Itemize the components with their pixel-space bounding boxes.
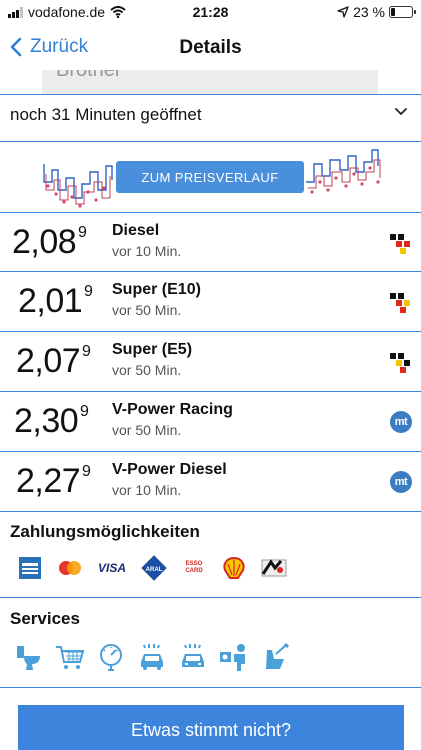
- mt-icon: mt: [390, 471, 412, 493]
- visa-label: VISA: [97, 561, 126, 575]
- mts-flag-icon: [390, 232, 412, 254]
- address-card[interactable]: Brother: [42, 70, 378, 94]
- battery-level: [391, 8, 396, 16]
- opening-hours-label: noch 31 Minuten geöffnet: [10, 105, 202, 124]
- fuel-name: V-Power Diesel: [112, 461, 227, 478]
- mts-flag-icon: [390, 351, 412, 373]
- mt-icon: mt: [390, 411, 412, 433]
- toilet-icon: [17, 646, 40, 670]
- price-history-preview[interactable]: ZUM PREISVERLAUF: [0, 142, 421, 212]
- cash-payment-service-icon: [220, 644, 245, 671]
- shell-icon: [220, 556, 248, 580]
- price-value: 2,01: [18, 282, 83, 320]
- update-time: vor 50 Min.: [112, 302, 182, 318]
- divider: [0, 597, 421, 598]
- fuel-name: Super (E10): [112, 281, 201, 298]
- price-decimal: 9: [82, 463, 91, 480]
- shopping-cart-icon: [56, 646, 85, 669]
- update-time: vor 10 Min.: [112, 482, 182, 498]
- visa-icon: VISA: [96, 556, 128, 580]
- report-issue-button[interactable]: Etwas stimmt nicht?: [18, 705, 404, 750]
- battery-percent: 23 %: [353, 4, 385, 20]
- price-value: 2,30: [14, 402, 79, 440]
- price-row-v-power-racing[interactable]: 2,30 9 V-Power Racing vor 50 Min. mt: [0, 392, 421, 450]
- fuel-name: Super (E5): [112, 341, 193, 358]
- price-value: 2,07: [16, 342, 81, 380]
- price-row-super-e5[interactable]: 2,07 9 Super (E5) vor 50 Min.: [0, 332, 421, 390]
- mastercard-icon: [56, 556, 84, 580]
- amex-icon: [16, 556, 44, 580]
- status-bar: vodafone.de 21:28 23 %: [0, 0, 421, 24]
- price-decimal: 9: [80, 403, 89, 420]
- self-car-wash-icon: [182, 644, 204, 667]
- price-history-button[interactable]: ZUM PREISVERLAUF: [116, 161, 304, 193]
- price-value: 2,08: [12, 223, 77, 261]
- navigation-bar: Zurück Details: [0, 26, 421, 70]
- update-time: vor 50 Min.: [112, 422, 182, 438]
- services-section-title: Services: [10, 609, 80, 628]
- fuel-name: V-Power Racing: [112, 401, 233, 418]
- fuel-name: Diesel: [112, 222, 160, 239]
- payment-section-title: Zahlungsmöglichkeiten: [10, 522, 200, 541]
- dkv-card-icon: [260, 556, 288, 580]
- opening-hours-row[interactable]: noch 31 Minuten geöffnet: [0, 95, 421, 139]
- price-decimal: 9: [82, 343, 91, 360]
- update-time: vor 50 Min.: [112, 362, 182, 378]
- update-time: vor 10 Min.: [112, 243, 182, 259]
- payment-methods-list: VISA ARAL ESSO CARD: [16, 555, 288, 581]
- chevron-down-icon: [395, 108, 407, 116]
- divider: [0, 687, 421, 688]
- price-row-super-e10[interactable]: 2,01 9 Super (E10) vor 50 Min.: [0, 272, 421, 330]
- car-wash-icon: [141, 644, 163, 670]
- services-list: [14, 642, 290, 672]
- status-right: 23 %: [337, 4, 416, 20]
- location-arrow-icon: [337, 6, 349, 18]
- price-row-diesel[interactable]: 2,08 9 Diesel vor 10 Min.: [0, 213, 421, 271]
- price-row-v-power-diesel[interactable]: 2,27 9 V-Power Diesel vor 10 Min. mt: [0, 452, 421, 510]
- battery-icon: [389, 6, 416, 18]
- page-title: Details: [179, 37, 242, 58]
- esso-label: ESSO CARD: [185, 561, 203, 574]
- aral-label: ARAL: [146, 567, 163, 573]
- air-pressure-icon: [100, 644, 122, 671]
- price-value: 2,27: [16, 462, 81, 500]
- divider: [0, 511, 421, 512]
- price-decimal: 9: [84, 283, 93, 300]
- esso-card-icon: ESSO CARD: [180, 556, 208, 580]
- aral-card-icon: ARAL: [140, 555, 168, 581]
- vacuum-seat-cleaning-icon: [266, 642, 290, 669]
- mts-flag-icon: [390, 291, 412, 313]
- address-card-text: Brother: [56, 70, 122, 81]
- price-decimal: 9: [78, 224, 87, 241]
